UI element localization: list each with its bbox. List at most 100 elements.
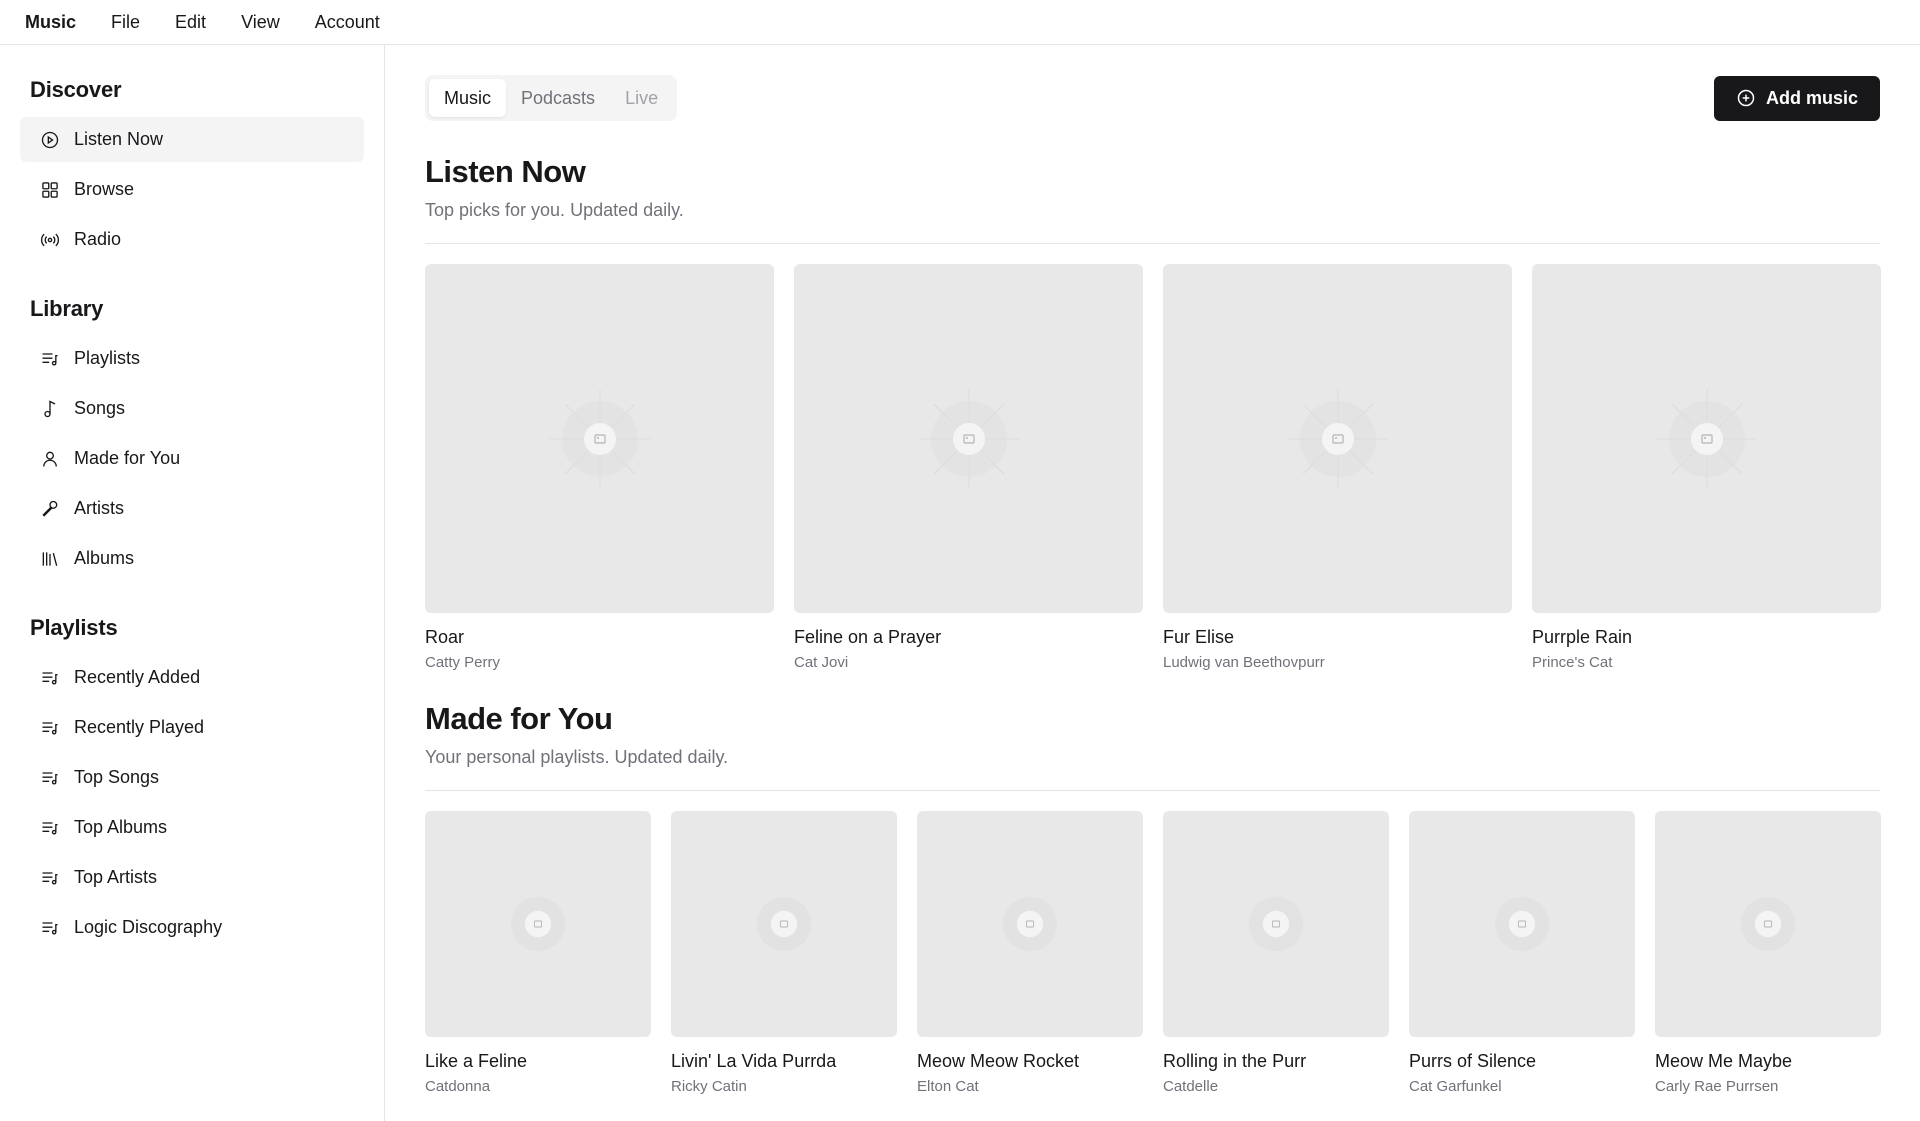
album-title: Meow Meow Rocket <box>917 1051 1080 1071</box>
image-placeholder-icon <box>1741 897 1795 951</box>
music-note-icon <box>44 399 56 417</box>
album-title: Purrs of Silence <box>1409 1051 1537 1071</box>
sidebar-item-songs[interactable]: Songs <box>20 386 364 431</box>
image-placeholder-icon <box>1287 388 1388 489</box>
album-artwork-placeholder[interactable] <box>1409 811 1635 1037</box>
image-placeholder-icon <box>1249 897 1303 951</box>
sidebar-item-top-songs[interactable]: Top Songs <box>20 755 364 800</box>
album-title: Rolling in the Purr <box>1163 1051 1307 1071</box>
sidebar-item-top-artists[interactable]: Top Artists <box>20 855 364 900</box>
sidebar-item-recently-played[interactable]: Recently Played <box>20 705 364 750</box>
sidebar-item-label: Artists <box>74 498 125 518</box>
listen-now-title: Listen Now <box>425 154 586 189</box>
grid-icon <box>42 181 58 198</box>
album-artwork-placeholder[interactable] <box>917 811 1143 1037</box>
sidebar-item-label: Top Artists <box>74 867 158 887</box>
album-artwork-placeholder[interactable] <box>1163 264 1512 613</box>
plus-circle-icon <box>1737 89 1755 107</box>
menu-account[interactable]: Account <box>315 12 380 33</box>
album-artwork-placeholder[interactable] <box>1532 264 1881 613</box>
album-title: Meow Me Maybe <box>1655 1051 1793 1071</box>
album-artwork-placeholder[interactable] <box>1655 811 1881 1037</box>
album-card[interactable]: Meow Meow Rocket Elton Cat <box>917 811 1143 1095</box>
sidebar-item-label: Top Songs <box>74 767 160 787</box>
tab-podcasts[interactable]: Podcasts <box>506 79 610 117</box>
sidebar-item-recently-added[interactable]: Recently Added <box>20 655 364 700</box>
album-artwork-placeholder[interactable] <box>671 811 897 1037</box>
album-card[interactable]: Feline on a Prayer Cat Jovi <box>794 264 1143 671</box>
playlist-icon <box>42 671 58 684</box>
album-artwork-placeholder[interactable] <box>425 811 651 1037</box>
album-card[interactable]: Livin' La Vida Purrda Ricky Catin <box>671 811 897 1095</box>
sidebar-item-made-for-you[interactable]: Made for You <box>20 436 364 481</box>
album-artist: Prince's Cat <box>1532 654 1613 671</box>
sidebar-item-label: Radio <box>74 229 122 249</box>
album-artwork-placeholder[interactable] <box>794 264 1143 613</box>
image-placeholder-icon <box>1003 897 1057 951</box>
play-circle-icon <box>41 131 59 148</box>
sidebar-library-section: Library Playlists Songs Made for You Art… <box>20 296 364 581</box>
sidebar-item-listen-now[interactable]: Listen Now <box>20 117 364 162</box>
album-artist: Catdonna <box>425 1078 491 1095</box>
sidebar-item-label: Albums <box>74 548 135 568</box>
album-title: Feline on a Prayer <box>794 627 942 647</box>
sidebar-item-browse[interactable]: Browse <box>20 167 364 212</box>
album-artist: Catdelle <box>1163 1078 1219 1095</box>
main-content: Music Podcasts Live Add music Listen Now… <box>385 45 1920 1121</box>
image-placeholder-icon <box>549 388 650 489</box>
sidebar-item-playlists[interactable]: Playlists <box>20 336 364 381</box>
made-for-you-albums: Like a Feline Catdonna Livin' La Vida Pu… <box>425 811 1881 1095</box>
menu-bar: Music File Edit View Account <box>0 0 1920 45</box>
library-icon <box>42 551 58 566</box>
sidebar-item-label: Playlists <box>74 348 141 368</box>
sidebar-playlists-section: Playlists Recently Added Recently Played… <box>20 615 364 950</box>
section-divider <box>425 243 1880 244</box>
album-card[interactable]: Like a Feline Catdonna <box>425 811 651 1095</box>
app-menu-brand[interactable]: Music <box>25 12 76 33</box>
album-artist: Catty Perry <box>425 654 501 671</box>
sidebar-item-top-albums[interactable]: Top Albums <box>20 805 364 850</box>
user-icon <box>43 451 57 467</box>
album-artwork-placeholder[interactable] <box>425 264 774 613</box>
add-music-button[interactable]: Add music <box>1713 75 1880 121</box>
playlist-icon <box>42 352 58 365</box>
top-bar: Music Podcasts Live Add music <box>425 75 1880 121</box>
playlist-icon <box>42 821 58 834</box>
sidebar-item-logic-discography[interactable]: Logic Discography <box>20 905 364 950</box>
listen-now-subtitle: Top picks for you. Updated daily. <box>425 200 684 220</box>
album-card[interactable]: Rolling in the Purr Catdelle <box>1163 811 1389 1095</box>
media-tabs: Music Podcasts Live <box>425 75 678 121</box>
sidebar-item-label: Top Albums <box>74 817 168 837</box>
album-title: Livin' La Vida Purrda <box>671 1051 837 1071</box>
sidebar-item-label: Logic Discography <box>74 917 223 937</box>
menu-file[interactable]: File <box>111 12 140 33</box>
image-placeholder-icon <box>1495 897 1549 951</box>
album-title: Fur Elise <box>1163 627 1235 647</box>
add-music-label: Add music <box>1765 87 1858 108</box>
sidebar-heading-discover: Discover <box>30 77 122 102</box>
album-card[interactable]: Fur Elise Ludwig van Beethovpurr <box>1163 264 1512 671</box>
sidebar-item-label: Songs <box>74 398 126 418</box>
album-artwork-placeholder[interactable] <box>1163 811 1389 1037</box>
album-card[interactable]: Purrple Rain Prince's Cat <box>1532 264 1881 671</box>
playlist-icon <box>42 921 58 934</box>
menu-view[interactable]: View <box>241 12 280 33</box>
sidebar-item-label: Made for You <box>74 448 181 468</box>
album-artist: Cat Jovi <box>794 654 849 671</box>
sidebar-item-radio[interactable]: Radio <box>20 217 364 262</box>
sidebar-item-artists[interactable]: Artists <box>20 486 364 531</box>
album-card[interactable]: Purrs of Silence Cat Garfunkel <box>1409 811 1635 1095</box>
playlist-icon <box>42 771 58 784</box>
playlist-icon <box>42 721 58 734</box>
sidebar-discover-section: Discover Listen Now Browse Radio <box>20 77 364 262</box>
listen-now-albums: Roar Catty Perry Feline on a Prayer Cat … <box>425 264 1881 671</box>
album-card[interactable]: Meow Me Maybe Carly Rae Purrsen <box>1655 811 1881 1095</box>
made-for-you-title: Made for You <box>425 701 613 736</box>
album-card[interactable]: Roar Catty Perry <box>425 264 774 671</box>
sidebar-item-albums[interactable]: Albums <box>20 536 364 581</box>
made-for-you-subtitle: Your personal playlists. Updated daily. <box>425 747 729 767</box>
menu-edit[interactable]: Edit <box>175 12 206 33</box>
sidebar-heading-playlists: Playlists <box>30 615 118 640</box>
sidebar-item-label: Listen Now <box>74 129 164 149</box>
tab-music[interactable]: Music <box>429 79 507 117</box>
